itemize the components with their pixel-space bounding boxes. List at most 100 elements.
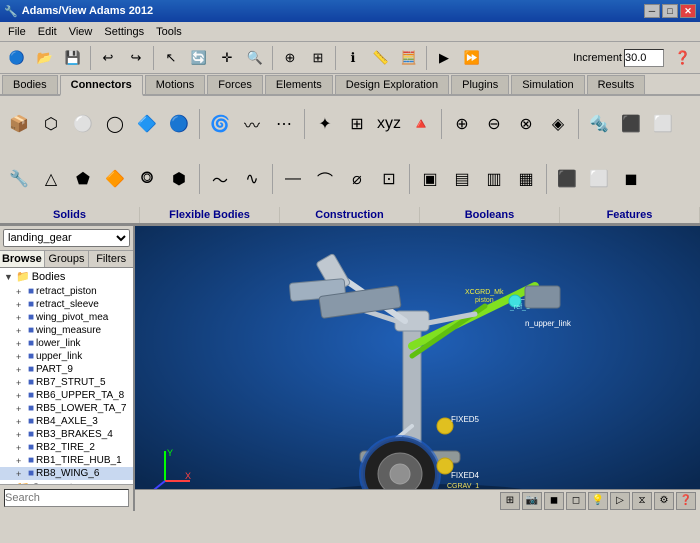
status-more3-btn[interactable]: ⚙ xyxy=(654,492,674,510)
panel-tab-browse[interactable]: Browse xyxy=(0,251,45,267)
tab-forces[interactable]: Forces xyxy=(207,75,263,94)
status-camera-btn[interactable]: 📷 xyxy=(522,492,542,510)
status-grid-btn[interactable]: ⊞ xyxy=(500,492,520,510)
minimize-button[interactable]: ─ xyxy=(644,4,660,18)
icon-sphere[interactable]: ⚪ xyxy=(68,109,98,139)
icon-row2-2[interactable]: △ xyxy=(36,164,66,194)
icon-row2-11[interactable]: ⌀ xyxy=(342,164,372,194)
menu-file[interactable]: File xyxy=(2,24,32,40)
toolbar-measure[interactable]: 📏 xyxy=(368,45,394,71)
icon-box[interactable]: 📦 xyxy=(4,109,34,139)
icon-torus[interactable]: ◯ xyxy=(100,109,130,139)
icon-row2-14[interactable]: ▤ xyxy=(447,164,477,194)
toolbar-info[interactable]: ℹ xyxy=(340,45,366,71)
tree-panel[interactable]: ▼ 📁 Bodies + ■ retract_piston + ■ retrac… xyxy=(0,268,133,484)
panel-tab-groups[interactable]: Groups xyxy=(45,251,90,267)
tree-item-wing-pivot-mea[interactable]: + ■ wing_pivot_mea xyxy=(0,311,133,324)
tree-item-retract-sleeve[interactable]: + ■ retract_sleeve xyxy=(0,298,133,311)
close-button[interactable]: ✕ xyxy=(680,4,696,18)
tree-item-rb2[interactable]: + ■ RB2_TIRE_2 xyxy=(0,441,133,454)
increment-input[interactable] xyxy=(624,49,664,67)
icon-const4[interactable]: 🔺 xyxy=(406,109,436,139)
tab-motions[interactable]: Motions xyxy=(145,75,206,94)
icon-flex1[interactable]: 🌀 xyxy=(205,109,235,139)
search-input[interactable] xyxy=(4,489,129,507)
icon-row2-10[interactable]: ⌒ xyxy=(310,164,340,194)
icon-row2-13[interactable]: ▣ xyxy=(415,164,445,194)
tree-item-retract-piston[interactable]: + ■ retract_piston xyxy=(0,285,133,298)
toolbar-redo[interactable]: ↪ xyxy=(123,45,149,71)
icon-row2-6[interactable]: ⬢ xyxy=(164,164,194,194)
toolbar-anim[interactable]: ⏩ xyxy=(459,45,485,71)
toolbar-btn-1[interactable]: 🔵 xyxy=(4,45,30,71)
tree-item-rb7[interactable]: + ■ RB7_STRUT_5 xyxy=(0,376,133,389)
icon-flex2[interactable]: 〰 xyxy=(237,109,267,139)
tab-design-exploration[interactable]: Design Exploration xyxy=(335,75,449,94)
icon-bool2[interactable]: ⊖ xyxy=(479,109,509,139)
icon-row2-17[interactable]: ⬛ xyxy=(552,164,582,194)
icon-row2-8[interactable]: ∿ xyxy=(237,164,267,194)
icon-bool4[interactable]: ◈ xyxy=(543,109,573,139)
tab-simulation[interactable]: Simulation xyxy=(511,75,584,94)
icon-row2-15[interactable]: ▥ xyxy=(479,164,509,194)
tree-item-rb4[interactable]: + ■ RB4_AXLE_3 xyxy=(0,415,133,428)
tree-item-rb8[interactable]: + ■ RB8_WING_6 xyxy=(0,467,133,480)
icon-row2-1[interactable]: 🔧 xyxy=(4,164,34,194)
icon-feat3[interactable]: ⬜ xyxy=(648,109,678,139)
icon-row2-9[interactable]: — xyxy=(278,164,308,194)
icon-row2-4[interactable]: 🔶 xyxy=(100,164,130,194)
menu-edit[interactable]: Edit xyxy=(32,24,63,40)
icon-const2[interactable]: ⊞ xyxy=(342,109,372,139)
toolbar-btn-2[interactable]: 📂 xyxy=(32,45,58,71)
icon-extrude[interactable]: 🔷 xyxy=(132,109,162,139)
toolbar-btn-3[interactable]: 💾 xyxy=(60,45,86,71)
status-more2-btn[interactable]: ⧖ xyxy=(632,492,652,510)
maximize-button[interactable]: □ xyxy=(662,4,678,18)
icon-cylinder[interactable]: ⬡ xyxy=(36,109,66,139)
icon-row2-16[interactable]: ▦ xyxy=(511,164,541,194)
toolbar-select[interactable]: ↖ xyxy=(158,45,184,71)
tree-item-rb1[interactable]: + ■ RB1_TIRE_HUB_1 xyxy=(0,454,133,467)
tab-plugins[interactable]: Plugins xyxy=(451,75,509,94)
icon-const1[interactable]: ✦ xyxy=(310,109,340,139)
panel-tab-filters[interactable]: Filters xyxy=(89,251,133,267)
tree-item-rb5[interactable]: + ■ RB5_LOWER_TA_7 xyxy=(0,402,133,415)
toolbar-marker[interactable]: ⊕ xyxy=(277,45,303,71)
toolbar-frame[interactable]: ⊞ xyxy=(305,45,331,71)
icon-row2-12[interactable]: ⊡ xyxy=(374,164,404,194)
toolbar-rotate[interactable]: 🔄 xyxy=(186,45,212,71)
icon-feat2[interactable]: ⬛ xyxy=(616,109,646,139)
tree-item-wing-measure[interactable]: + ■ wing_measure xyxy=(0,324,133,337)
status-light-btn[interactable]: 💡 xyxy=(588,492,608,510)
viewport[interactable]: landing_gear xyxy=(135,226,700,511)
status-more1-btn[interactable]: ▷ xyxy=(610,492,630,510)
icon-row2-3[interactable]: ⬟ xyxy=(68,164,98,194)
tab-connectors[interactable]: Connectors xyxy=(60,75,143,96)
toolbar-translate[interactable]: ✛ xyxy=(214,45,240,71)
icon-row2-7[interactable]: 〜 xyxy=(205,164,235,194)
icon-row2-18[interactable]: ⬜ xyxy=(584,164,614,194)
status-help-btn[interactable]: ❓ xyxy=(676,492,696,510)
toolbar-sim[interactable]: ▶ xyxy=(431,45,457,71)
tab-results[interactable]: Results xyxy=(587,75,646,94)
status-render2-btn[interactable]: ◻ xyxy=(566,492,586,510)
tree-item-part9[interactable]: + ■ PART_9 xyxy=(0,363,133,376)
model-select[interactable]: landing_gear xyxy=(3,229,130,247)
tree-item-upper-link[interactable]: + ■ upper_link xyxy=(0,350,133,363)
icon-feat1[interactable]: 🔩 xyxy=(584,109,614,139)
status-render1-btn[interactable]: ◼ xyxy=(544,492,564,510)
icon-bool1[interactable]: ⊕ xyxy=(447,109,477,139)
menu-settings[interactable]: Settings xyxy=(98,24,150,40)
tree-item-rb3[interactable]: + ■ RB3_BRAKES_4 xyxy=(0,428,133,441)
toolbar-calc[interactable]: 🧮 xyxy=(396,45,422,71)
toolbar-help[interactable]: ❓ xyxy=(670,45,696,71)
menu-tools[interactable]: Tools xyxy=(150,24,188,40)
tree-item-rb6[interactable]: + ■ RB6_UPPER_TA_8 xyxy=(0,389,133,402)
tab-bodies[interactable]: Bodies xyxy=(2,75,58,94)
icon-flex3[interactable]: ⋯ xyxy=(269,109,299,139)
toolbar-undo[interactable]: ↩ xyxy=(95,45,121,71)
tree-root-bodies[interactable]: ▼ 📁 Bodies xyxy=(0,268,133,285)
tab-elements[interactable]: Elements xyxy=(265,75,333,94)
menu-view[interactable]: View xyxy=(63,24,99,40)
icon-row2-19[interactable]: ◼ xyxy=(616,164,646,194)
